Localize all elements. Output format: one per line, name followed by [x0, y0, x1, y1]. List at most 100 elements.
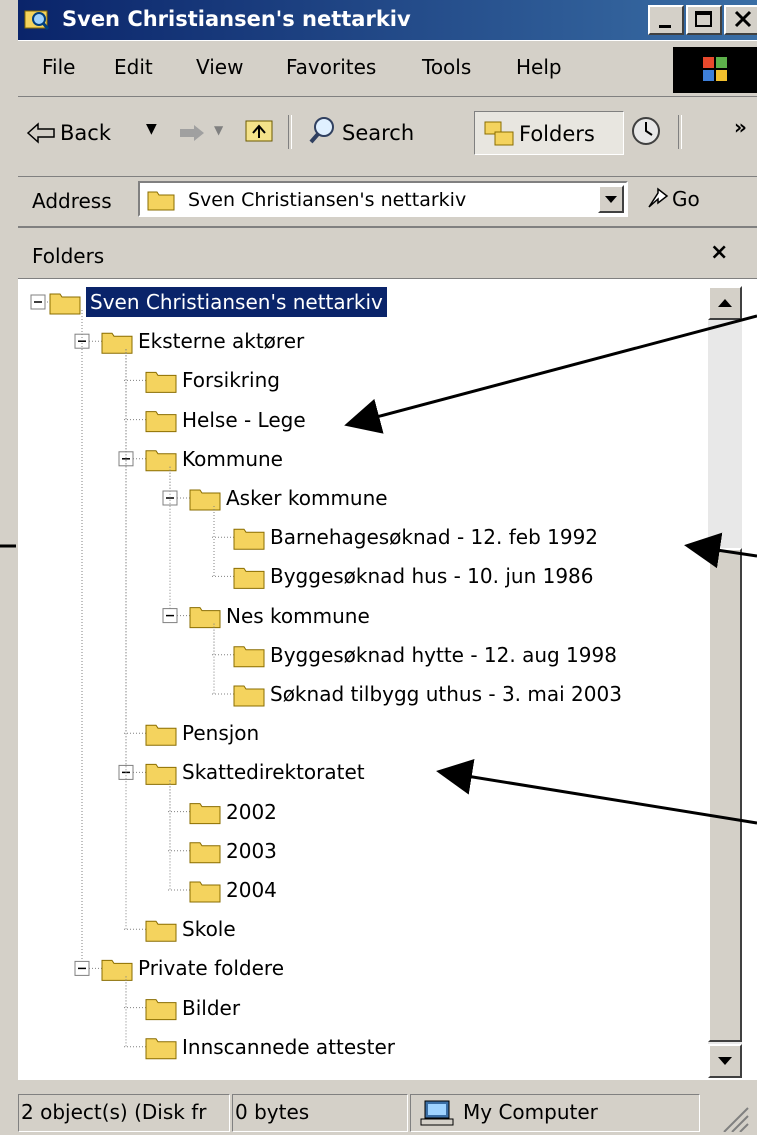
tree-node[interactable]: Helse - Lege [182, 405, 306, 435]
tree-node[interactable]: Byggesøknad hus - 10. jun 1986 [270, 561, 594, 591]
folder-icon [233, 685, 265, 707]
open-folder-icon [49, 293, 81, 315]
minimize-button[interactable] [648, 5, 684, 35]
explorer-window: Sven Christiansen's nettarkiv File Edit … [0, 0, 757, 1135]
address-value: Sven Christiansen's nettarkiv [188, 189, 467, 211]
back-dropdown-icon[interactable]: ▼ [146, 121, 157, 137]
forward-arrow-icon[interactable] [178, 123, 206, 143]
folder-icon [101, 332, 133, 354]
tree-node[interactable]: 2003 [226, 836, 277, 866]
address-dropdown-button[interactable] [598, 185, 624, 213]
folders-pane-close-button[interactable]: × [710, 240, 728, 265]
tree-node[interactable]: Bilder [182, 993, 240, 1023]
tree-node[interactable]: Eksterne aktører [138, 326, 304, 356]
menu-help[interactable]: Help [516, 55, 562, 79]
back-arrow-icon [26, 122, 55, 144]
status-objects: 2 object(s) (Disk fr [18, 1094, 230, 1132]
history-icon[interactable] [630, 115, 662, 147]
folder-icon [145, 724, 177, 746]
collapse-toggle-icon[interactable] [162, 608, 178, 624]
windows-flag-icon [703, 57, 727, 81]
folder-icon [101, 959, 133, 981]
menu-edit[interactable]: Edit [114, 55, 153, 79]
menu-bar: File Edit View Favorites Tools Help [18, 40, 757, 95]
tree-node[interactable]: Barnehagesøknad - 12. feb 1992 [270, 522, 598, 552]
status-zone: My Computer [410, 1094, 700, 1132]
folders-label: Folders [519, 122, 595, 146]
folder-icon [189, 489, 221, 511]
status-bar: 2 object(s) (Disk fr 0 bytes My Computer [18, 1090, 757, 1135]
toolbar-more-button[interactable]: » [734, 115, 747, 139]
resize-grip-icon[interactable] [718, 1104, 752, 1132]
chevron-down-icon [605, 196, 617, 203]
toolbar-separator [678, 115, 682, 149]
up-folder-icon[interactable] [244, 115, 274, 145]
menu-favorites[interactable]: Favorites [286, 55, 376, 79]
tree-node[interactable]: Byggesøknad hytte - 12. aug 1998 [270, 640, 617, 670]
go-arrow-icon [648, 187, 669, 208]
collapse-toggle-icon[interactable] [30, 294, 46, 310]
close-icon [734, 10, 752, 28]
menu-view[interactable]: View [196, 55, 243, 79]
minimize-icon [659, 25, 671, 28]
scroll-up-button[interactable] [708, 286, 742, 320]
back-button[interactable]: Back [60, 121, 111, 145]
menu-tools[interactable]: Tools [422, 55, 471, 79]
folder-icon [233, 528, 265, 550]
folders-icon [484, 121, 514, 146]
scroll-down-button[interactable] [708, 1044, 742, 1078]
arrow-up-icon [718, 299, 732, 307]
toolbar-separator [288, 115, 292, 149]
tree-node[interactable]: Nes kommune [226, 601, 370, 631]
tree-node[interactable]: 2002 [226, 797, 277, 827]
maximize-icon [695, 11, 712, 27]
folder-icon [233, 646, 265, 668]
status-zone-label: My Computer [463, 1100, 598, 1124]
folder-icon [189, 803, 221, 825]
tree-node[interactable]: Pensjon [182, 718, 259, 748]
folders-pane: Folders × Sven Christiansen's nettarkiv E… [18, 226, 757, 1080]
tree-node[interactable]: Skole [182, 914, 236, 944]
folder-icon [145, 450, 177, 472]
tree-node[interactable]: Skattedirektoratet [182, 757, 365, 787]
folder-icon [145, 763, 177, 785]
go-button[interactable]: Go [672, 187, 700, 211]
folder-search-icon [24, 10, 50, 30]
arrow-down-icon [718, 1057, 732, 1065]
menu-file[interactable]: File [42, 55, 75, 79]
tree-node[interactable]: Private foldere [138, 953, 284, 983]
status-size: 0 bytes [232, 1094, 408, 1132]
address-label: Address [32, 189, 112, 213]
maximize-button[interactable] [686, 5, 722, 35]
my-computer-icon [420, 1100, 454, 1126]
windows-logo [673, 47, 757, 93]
folder-icon [145, 920, 177, 942]
folder-icon [145, 411, 177, 433]
search-icon [309, 117, 334, 144]
tree-node-selected[interactable]: Sven Christiansen's nettarkiv [86, 287, 387, 317]
folders-button[interactable]: Folders [474, 111, 624, 155]
tree-node[interactable]: Forsikring [182, 365, 280, 395]
tree-node[interactable]: 2004 [226, 875, 277, 905]
address-bar: Address Sven Christiansen's nettarkiv Go [18, 176, 757, 223]
standard-toolbar: Back ▼ ▼ Search Folders » [18, 96, 757, 175]
close-button[interactable] [724, 5, 757, 35]
search-button[interactable]: Search [342, 121, 414, 145]
scroll-thumb[interactable] [708, 548, 742, 1042]
vertical-scrollbar[interactable] [708, 286, 742, 1078]
tree-node[interactable]: Asker kommune [226, 483, 388, 513]
folder-icon [147, 191, 175, 211]
tree-node[interactable]: Søknad tilbygg uthus - 3. mai 2003 [270, 679, 622, 709]
folder-icon [189, 881, 221, 903]
tree-node[interactable]: Kommune [182, 444, 283, 474]
folder-icon [145, 1038, 177, 1060]
title-bar[interactable]: Sven Christiansen's nettarkiv [18, 0, 757, 40]
folder-icon [145, 371, 177, 393]
folder-icon [233, 567, 265, 589]
tree-node[interactable]: Innscannede attester [182, 1032, 395, 1062]
folder-icon [189, 607, 221, 629]
forward-dropdown-icon[interactable]: ▼ [214, 123, 223, 137]
address-input[interactable]: Sven Christiansen's nettarkiv [138, 181, 628, 217]
collapse-toggle-icon[interactable] [74, 960, 90, 976]
folder-icon [145, 999, 177, 1021]
